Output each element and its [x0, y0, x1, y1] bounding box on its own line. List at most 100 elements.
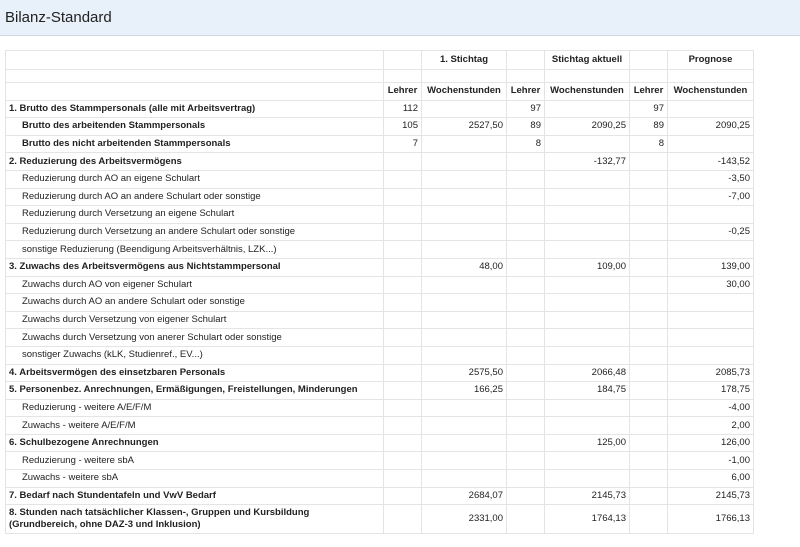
table-row[interactable]: Zuwachs durch Versetzung von eigener Sch… — [5, 310, 754, 330]
group-header-stichtag-aktuell: Stichtag aktuell — [544, 50, 630, 70]
cell-lehrer — [506, 451, 545, 471]
row-label: Zuwachs durch Versetzung von anerer Schu… — [5, 328, 384, 347]
cell-lehrer — [629, 275, 668, 295]
cell-wochenstunden: 166,25 — [421, 381, 507, 400]
row-label: Reduzierung - weitere A/E/F/M — [5, 398, 384, 418]
cell-wochenstunden — [421, 169, 507, 189]
table-row[interactable]: 2. Reduzierung des Arbeitsvermögens -132,… — [5, 152, 754, 171]
cell-lehrer: 97 — [629, 99, 668, 119]
cell-lehrer — [383, 275, 422, 295]
table-row[interactable]: Brutto des nicht arbeitenden Stammperson… — [5, 134, 754, 154]
cell-lehrer: 105 — [383, 117, 422, 136]
table-row[interactable]: 5. Personenbez. Anrechnungen, Ermäßigung… — [5, 381, 754, 400]
row-label: Zuwachs durch AO an andere Schulart oder… — [5, 293, 384, 312]
cell-lehrer — [629, 416, 668, 435]
table-row[interactable]: Reduzierung durch AO an andere Schulart … — [5, 187, 754, 207]
table-row[interactable]: 8. Stunden nach tatsächlicher Klassen-, … — [5, 504, 754, 535]
cell-wochenstunden — [544, 293, 630, 312]
cell-lehrer — [629, 469, 668, 488]
table-row[interactable]: 1. Brutto des Stammpersonals (alle mit A… — [5, 99, 754, 119]
row-label: sonstige Reduzierung (Beendigung Arbeits… — [5, 240, 384, 259]
cell-wochenstunden — [421, 328, 507, 347]
cell-wochenstunden — [544, 187, 630, 207]
column-header-lehrer: Lehrer — [383, 82, 422, 101]
header-empty-cell — [506, 50, 545, 70]
cell-lehrer — [383, 310, 422, 330]
row-label: 6. Schulbezogene Anrechnungen — [5, 433, 384, 453]
column-header-wochenstunden: Wochenstunden — [421, 82, 507, 101]
row-label: Reduzierung durch Versetzung an eigene S… — [5, 205, 384, 224]
table-row[interactable]: Reduzierung durch AO an eigene Schulart -… — [5, 169, 754, 189]
cell-wochenstunden — [544, 134, 630, 154]
table-row[interactable]: Zuwachs durch AO an andere Schulart oder… — [5, 293, 754, 312]
row-label: Brutto des arbeitenden Stammpersonals — [5, 117, 384, 136]
table-row[interactable]: Reduzierung durch Versetzung an andere S… — [5, 222, 754, 242]
row-label: 7. Bedarf nach Stundentafeln und VwV Bed… — [5, 486, 384, 506]
cell-wochenstunden: -132,77 — [544, 152, 630, 171]
cell-wochenstunden — [544, 222, 630, 242]
cell-wochenstunden — [421, 240, 507, 259]
cell-wochenstunden — [544, 205, 630, 224]
cell-lehrer — [383, 293, 422, 312]
cell-wochenstunden: 1766,13 — [667, 504, 754, 535]
cell-wochenstunden — [667, 134, 754, 154]
cell-wochenstunden — [421, 451, 507, 471]
table-row[interactable]: 7. Bedarf nach Stundentafeln und VwV Bed… — [5, 486, 754, 506]
table-row[interactable]: sonstige Reduzierung (Beendigung Arbeits… — [5, 240, 754, 259]
cell-lehrer — [629, 398, 668, 418]
table-row[interactable]: Zuwachs durch Versetzung von anerer Schu… — [5, 328, 754, 347]
title-bar: Bilanz-Standard — [0, 0, 800, 36]
cell-wochenstunden — [421, 416, 507, 435]
cell-lehrer — [383, 363, 422, 383]
header-empty-cell — [383, 50, 422, 70]
table-row[interactable]: Zuwachs durch AO von eigener Schulart 30,… — [5, 275, 754, 295]
column-header-lehrer: Lehrer — [506, 82, 545, 101]
cell-wochenstunden — [421, 134, 507, 154]
cell-wochenstunden — [421, 469, 507, 488]
cell-lehrer — [629, 310, 668, 330]
cell-lehrer — [383, 469, 422, 488]
table-row[interactable]: 3. Zuwachs des Arbeitsvermögens aus Nich… — [5, 257, 754, 277]
table-row[interactable]: Zuwachs - weitere A/E/F/M 2,00 — [5, 416, 754, 435]
cell-lehrer — [506, 416, 545, 435]
cell-wochenstunden — [544, 469, 630, 488]
cell-lehrer — [383, 398, 422, 418]
row-label: 4. Arbeitsvermögen des einsetzbaren Pers… — [5, 363, 384, 383]
cell-lehrer — [629, 187, 668, 207]
table-row[interactable]: 6. Schulbezogene Anrechnungen 125,00 126,0… — [5, 433, 754, 453]
cell-wochenstunden — [544, 99, 630, 119]
table-row[interactable]: Zuwachs - weitere sbA 6,00 — [5, 469, 754, 488]
row-label: Zuwachs durch AO von eigener Schulart — [5, 275, 384, 295]
cell-wochenstunden: 2331,00 — [421, 504, 507, 535]
cell-wochenstunden — [667, 310, 754, 330]
row-label: 1. Brutto des Stammpersonals (alle mit A… — [5, 99, 384, 119]
column-header-lehrer: Lehrer — [629, 82, 668, 101]
cell-wochenstunden — [544, 275, 630, 295]
cell-wochenstunden — [544, 169, 630, 189]
row-label: Reduzierung durch AO an eigene Schulart — [5, 169, 384, 189]
cell-lehrer — [383, 328, 422, 347]
cell-lehrer — [629, 222, 668, 242]
bilanz-table-container[interactable]: 1. Stichtag Stichtag aktuell Prognose Le… — [5, 50, 800, 547]
cell-lehrer: 97 — [506, 99, 545, 119]
table-row[interactable]: Reduzierung - weitere sbA -1,00 — [5, 451, 754, 471]
cell-lehrer: 7 — [383, 134, 422, 154]
cell-lehrer: 8 — [506, 134, 545, 154]
cell-wochenstunden — [421, 99, 507, 119]
cell-wochenstunden — [421, 293, 507, 312]
cell-wochenstunden: 2090,25 — [667, 117, 754, 136]
table-row[interactable]: sonstiger Zuwachs (kLK, Studienref., EV.… — [5, 345, 754, 365]
cell-wochenstunden: -7,00 — [667, 187, 754, 207]
table-row[interactable]: Brutto des arbeitenden Stammpersonals 105… — [5, 117, 754, 136]
cell-wochenstunden: 139,00 — [667, 257, 754, 277]
row-label: Reduzierung durch AO an andere Schulart … — [5, 187, 384, 207]
cell-wochenstunden — [544, 328, 630, 347]
cell-wochenstunden: 2085,73 — [667, 363, 754, 383]
window-title: Bilanz-Standard — [5, 9, 112, 26]
table-row[interactable]: Reduzierung - weitere A/E/F/M -4,00 — [5, 398, 754, 418]
table-row[interactable]: 4. Arbeitsvermögen des einsetzbaren Pers… — [5, 363, 754, 383]
table-row[interactable]: Reduzierung durch Versetzung an eigene S… — [5, 205, 754, 224]
cell-lehrer — [506, 398, 545, 418]
cell-wochenstunden — [421, 187, 507, 207]
cell-lehrer — [629, 381, 668, 400]
